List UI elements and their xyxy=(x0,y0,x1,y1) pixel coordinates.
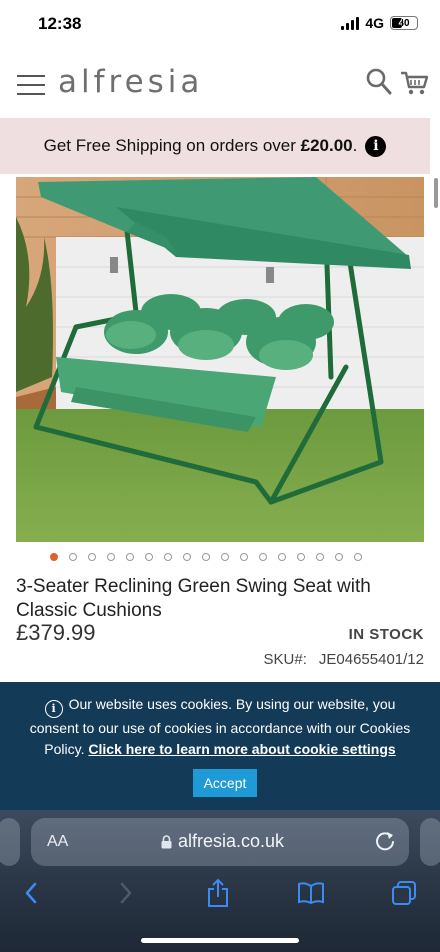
gallery-dot[interactable] xyxy=(297,553,305,561)
forward-icon[interactable] xyxy=(111,878,141,908)
url-text: alfresia.co.uk xyxy=(178,831,285,851)
cart-icon[interactable] xyxy=(400,70,428,96)
cookie-banner: i Our website uses cookies. By using our … xyxy=(0,682,440,810)
gallery-dot[interactable] xyxy=(240,553,248,561)
gallery-dot[interactable] xyxy=(354,553,362,561)
gallery-dot[interactable] xyxy=(278,553,286,561)
home-indicator[interactable] xyxy=(141,938,299,943)
gallery-dot[interactable] xyxy=(69,553,77,561)
product-title: 3-Seater Reclining Green Swing Seat with… xyxy=(16,576,371,621)
product-sku: SKU#: JE04655401/12 xyxy=(264,651,424,668)
network-type: 4G xyxy=(365,15,384,31)
gallery-dot[interactable] xyxy=(107,553,115,561)
previous-tab-preview[interactable] xyxy=(0,818,20,866)
sku-value: JE04655401/12 xyxy=(318,651,424,668)
back-icon[interactable] xyxy=(16,878,46,908)
cookie-settings-link[interactable]: Click here to learn more about cookie se… xyxy=(88,741,395,757)
site-logo[interactable]: alfresia xyxy=(58,64,203,100)
signal-icon xyxy=(341,16,360,30)
search-icon[interactable] xyxy=(366,68,392,96)
gallery-dot[interactable] xyxy=(335,553,343,561)
gallery-pagination[interactable] xyxy=(0,553,440,561)
status-indicators: 4G 40 xyxy=(341,15,418,31)
accept-cookies-button[interactable]: Accept xyxy=(193,769,257,797)
gallery-dot[interactable] xyxy=(164,553,172,561)
bookmarks-icon[interactable] xyxy=(296,878,326,908)
shipping-text: Get Free Shipping on orders over £20.00. xyxy=(43,136,358,155)
browser-toolbar: AA alfresia.co.uk xyxy=(0,810,440,952)
gallery-dot[interactable] xyxy=(145,553,153,561)
page-scrollbar[interactable] xyxy=(434,178,438,208)
shipping-threshold: £20.00 xyxy=(300,136,353,155)
stock-status: IN STOCK xyxy=(348,626,424,643)
site-header: alfresia xyxy=(0,48,440,118)
shipping-banner: Get Free Shipping on orders over £20.00.… xyxy=(0,118,430,174)
battery-icon: 40 xyxy=(390,16,418,30)
lock-icon xyxy=(161,834,172,848)
product-price: £379.99 xyxy=(16,620,96,645)
gallery-dot[interactable] xyxy=(316,553,324,561)
sku-label: SKU#: xyxy=(263,651,307,668)
info-icon[interactable]: i xyxy=(365,135,387,157)
status-bar: 12:38 4G 40 xyxy=(0,0,440,48)
address-bar[interactable]: AA alfresia.co.uk xyxy=(31,818,409,866)
info-icon: i xyxy=(44,699,63,718)
tabs-icon[interactable] xyxy=(389,878,419,908)
share-icon[interactable] xyxy=(203,878,233,908)
hamburger-icon[interactable] xyxy=(17,75,45,95)
next-tab-preview[interactable] xyxy=(420,818,440,866)
reader-options-button[interactable]: AA xyxy=(47,833,68,851)
battery-level: 40 xyxy=(398,17,410,29)
product-image[interactable] xyxy=(16,177,424,542)
gallery-dot[interactable] xyxy=(50,553,58,561)
gallery-dot[interactable] xyxy=(202,553,210,561)
status-time: 12:38 xyxy=(38,14,82,33)
cookie-message: i Our website uses cookies. By using our … xyxy=(24,694,416,760)
reload-icon[interactable] xyxy=(374,830,396,852)
gallery-dot[interactable] xyxy=(259,553,267,561)
gallery-dot[interactable] xyxy=(221,553,229,561)
gallery-dot[interactable] xyxy=(183,553,191,561)
url-display[interactable]: alfresia.co.uk xyxy=(161,831,284,852)
gallery-dot[interactable] xyxy=(126,553,134,561)
gallery-dot[interactable] xyxy=(88,553,96,561)
